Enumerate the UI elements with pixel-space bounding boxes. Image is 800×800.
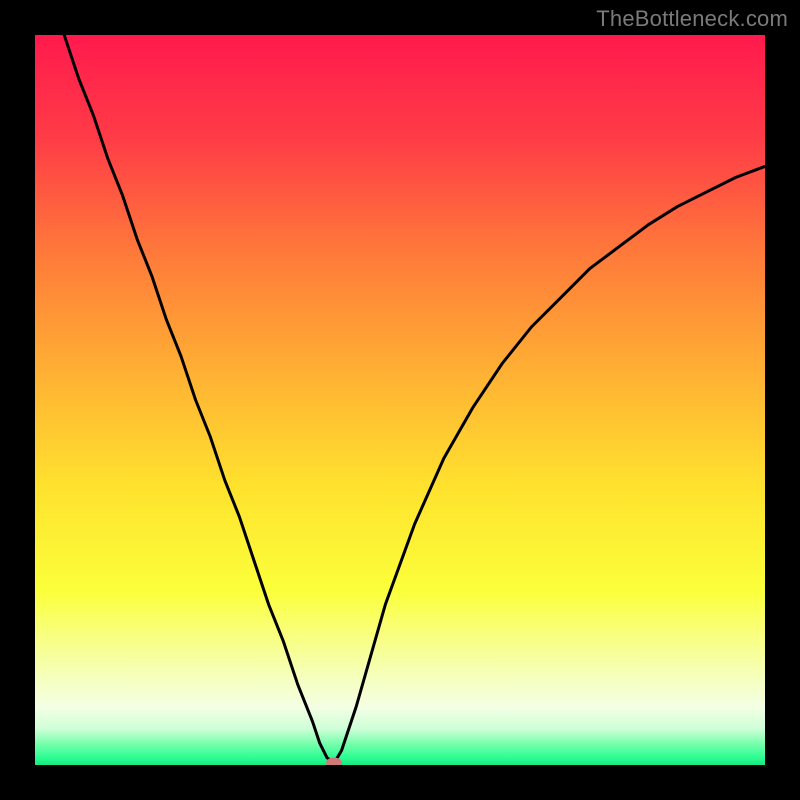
- minimum-marker: [326, 757, 342, 765]
- chart-frame: TheBottleneck.com: [0, 0, 800, 800]
- bottleneck-curve: [35, 35, 765, 765]
- watermark-label: TheBottleneck.com: [596, 6, 788, 32]
- plot-area: [35, 35, 765, 765]
